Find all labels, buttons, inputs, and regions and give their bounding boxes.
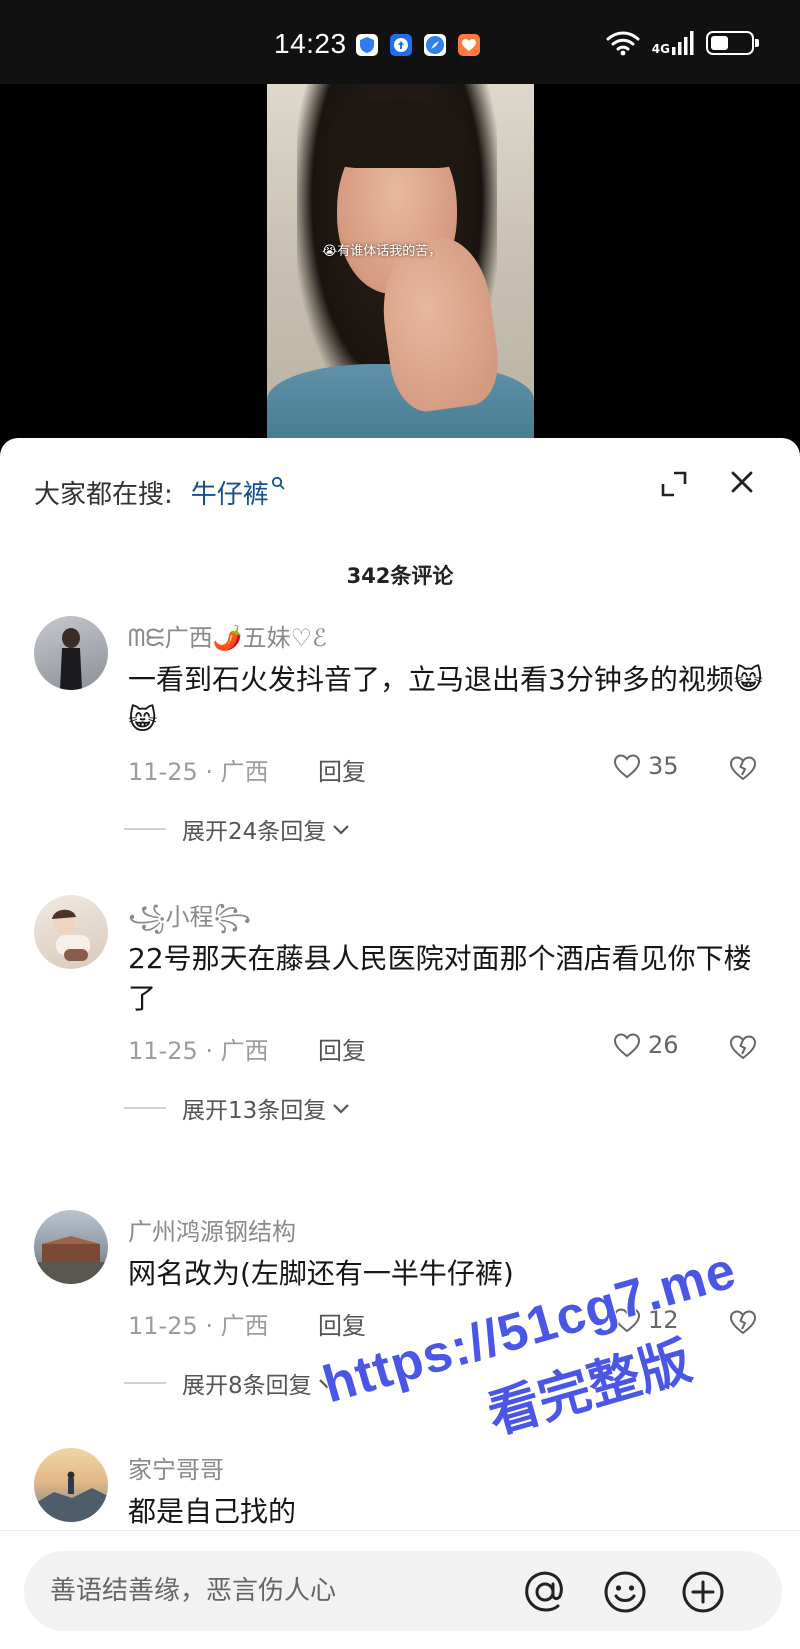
comment-input-box[interactable] [24,1551,782,1631]
like-count: 12 [648,1306,679,1334]
upload-app-icon [390,34,412,56]
like-button[interactable]: 35 [612,752,679,780]
battery-icon [706,31,759,55]
search-prefix-label: 大家都在搜: [34,480,173,510]
expand-replies-label: 展开8条回复 [182,1373,312,1399]
comment-username[interactable]: 广州鸿源钢结构 [128,1212,296,1247]
divider [124,1107,166,1109]
expand-replies-button[interactable]: 展开8条回复 [124,1366,338,1400]
comment-item: ꧁小程꧂ 22号那天在藤县人民医院对面那个酒店看见你下楼了 11-25 · 广西… [0,895,800,1155]
expand-replies-button[interactable]: 展开13条回复 [124,1091,352,1125]
trending-search-row: 大家都在搜: 牛仔裤 [34,474,285,511]
comment-count: 342条评论 [346,564,454,588]
comment-input-bar [0,1530,800,1649]
heart-icon [613,1033,641,1058]
broken-heart-icon[interactable] [728,754,758,782]
heart-icon [613,754,641,779]
avatar[interactable] [34,1210,108,1284]
comment-item: 广州鸿源钢结构 网名改为(左脚还有一半牛仔裤) 11-25 · 广西 回复 12… [0,1210,800,1410]
search-term-link[interactable]: 牛仔裤 [191,474,269,511]
status-indicators: 4G [606,30,759,56]
chevron-down-icon [333,825,350,835]
expand-replies-button[interactable]: 展开24条回复 [124,812,352,846]
reply-button[interactable]: 回复 [318,1031,366,1066]
comment-username[interactable]: ᗰᙓ广西🌶️五妹♡ℰ [128,618,327,653]
comment-text: 22号那天在藤县人民医院对面那个酒店看见你下楼了 [128,942,752,1015]
add-icon[interactable] [680,1569,726,1615]
comment-text: 都是自己找的 [128,1495,297,1528]
compass-app-icon [424,34,446,56]
signal-icon [672,31,694,55]
broken-heart-icon[interactable] [728,1308,758,1336]
close-icon[interactable] [728,468,756,496]
comment-text: 一看到石火发抖音了，立马退出看3分钟多的视频😸😸 [128,663,764,736]
video-player[interactable]: 😭有谁体话我的苦， [0,84,800,444]
video-frame[interactable]: 😭有谁体话我的苦， [267,84,534,444]
status-bar: 14:23 4G [0,0,800,84]
emoji-icon[interactable] [602,1569,648,1615]
comment-item: 家宁哥哥 都是自己找的 [0,1448,800,1538]
video-caption: 😭有谁体话我的苦， [322,244,442,259]
reply-button[interactable]: 回复 [318,1306,366,1341]
comment-text: 网名改为(左脚还有一半牛仔裤) [128,1257,514,1290]
search-icon [271,476,285,489]
avatar[interactable] [34,616,108,690]
comment-meta: 11-25 · 广西 [128,1312,269,1340]
like-button[interactable]: 26 [612,1031,679,1059]
divider [124,828,166,830]
scrolled-row-edge [120,590,760,600]
avatar[interactable] [34,895,108,969]
comment-item: ᗰᙓ广西🌶️五妹♡ℰ 一看到石火发抖音了，立马退出看3分钟多的视频😸😸 11-2… [0,616,800,876]
comment-input[interactable] [50,1551,530,1631]
like-button[interactable]: 12 [612,1306,679,1334]
battery-level [711,36,728,50]
like-count: 26 [648,1031,679,1059]
heart-app-icon [458,34,480,56]
wifi-icon [606,31,640,56]
like-count: 35 [648,752,679,780]
divider [124,1382,166,1384]
reply-button[interactable]: 回复 [318,752,366,787]
comment-meta: 11-25 · 广西 [128,1037,269,1065]
video-bangs-shape [329,98,465,168]
comment-meta: 11-25 · 广西 [128,758,269,786]
avatar[interactable] [34,1448,108,1522]
chevron-down-icon [318,1379,335,1389]
mention-icon[interactable] [522,1569,568,1615]
network-type-label: 4G [651,42,670,56]
status-time: 14:23 [274,28,347,59]
comment-username[interactable]: 家宁哥哥 [128,1450,224,1485]
expand-replies-label: 展开24条回复 [182,819,327,845]
expand-icon[interactable] [660,470,688,498]
shield-app-icon [356,34,378,56]
expand-replies-label: 展开13条回复 [182,1098,327,1124]
broken-heart-icon[interactable] [728,1033,758,1061]
comment-panel: 大家都在搜: 牛仔裤 342条评论 ᗰᙓ广西🌶️五妹♡ℰ 一看到石火发抖音了，立… [0,438,800,1649]
chevron-down-icon [333,1104,350,1114]
heart-icon [613,1308,641,1333]
